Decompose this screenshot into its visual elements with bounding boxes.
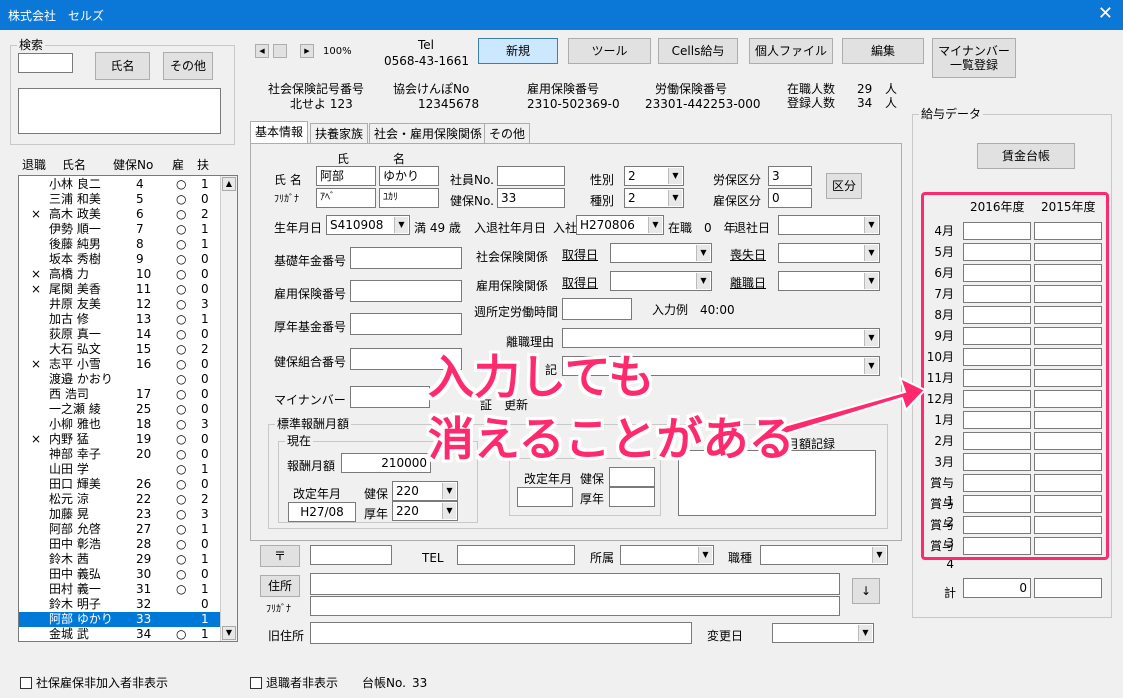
callout-line-1: 入力しても: [428, 350, 655, 404]
callout-line-2: 消えることがある: [428, 412, 795, 466]
callout-arrow: [768, 376, 927, 440]
